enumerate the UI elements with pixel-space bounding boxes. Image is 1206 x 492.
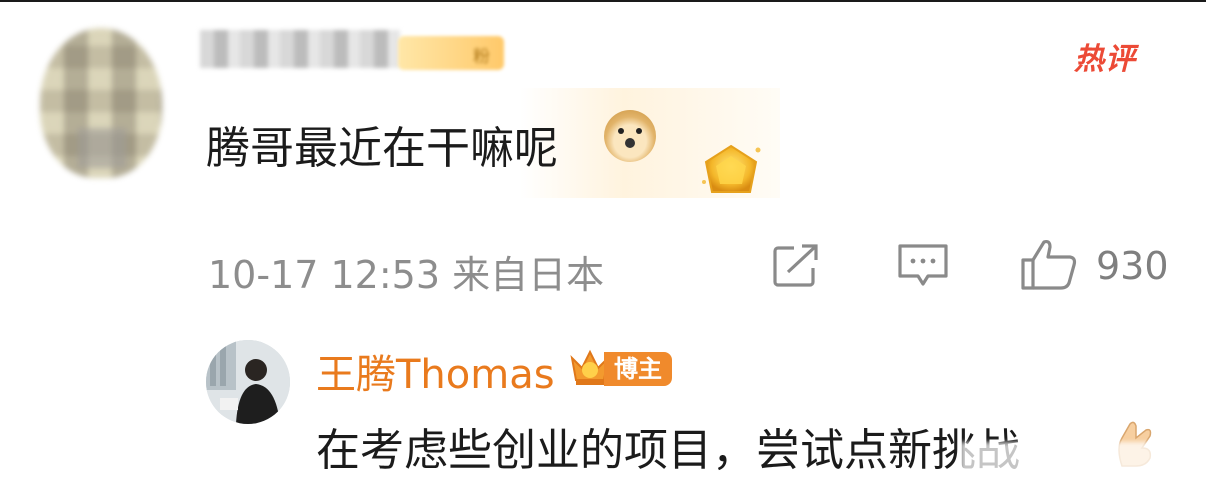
share-icon[interactable] (772, 244, 820, 288)
fan-badge-label: 粉 (473, 47, 490, 67)
reply-avatar[interactable] (206, 340, 290, 424)
comment-time-location: 10-17 12:53 来自日本 (208, 253, 605, 297)
avatar[interactable] (40, 28, 162, 178)
doge-emoji-icon (604, 110, 656, 162)
watermark-blur (960, 442, 1206, 486)
avatar-photo (206, 340, 290, 424)
hot-comment-tag: 热评 (1074, 42, 1136, 77)
fan-badge: 粉 (398, 36, 504, 70)
gold-gem-sticker (702, 144, 761, 193)
comment-icon[interactable] (896, 242, 950, 290)
top-border (0, 0, 1206, 2)
thumbs-up-icon[interactable] (1020, 238, 1078, 290)
reply-author-name[interactable]: 王腾Thomas (316, 342, 555, 400)
reply-text: 在考虑些创业的项目，尝试点新挑战 (316, 425, 1020, 476)
comment-text: 腾哥最近在干嘛呢 (206, 123, 558, 174)
username-blurred[interactable] (200, 30, 400, 68)
blogger-badge: 博主 (604, 352, 672, 386)
like-count[interactable]: 930 (1096, 244, 1169, 288)
